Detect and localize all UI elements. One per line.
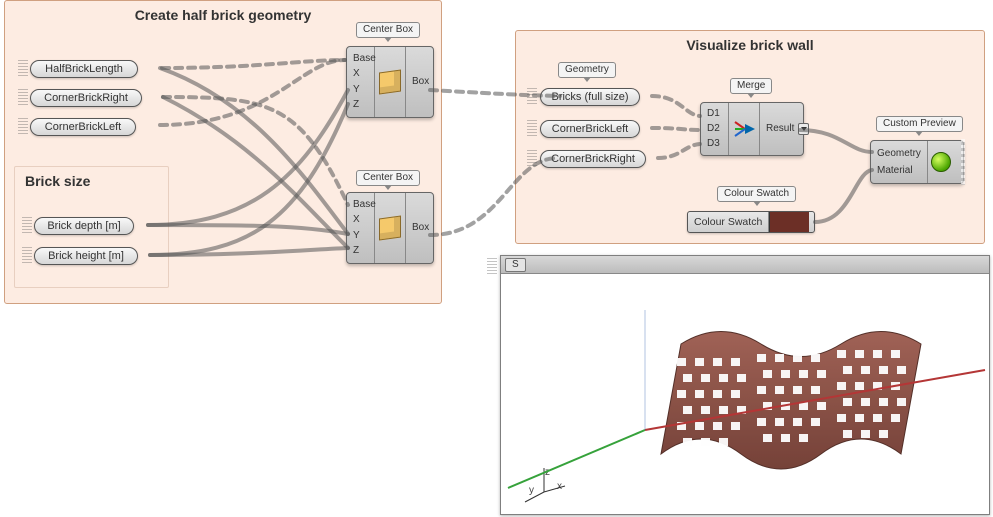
port-y[interactable]: Y (349, 229, 372, 243)
grip-icon (18, 118, 28, 136)
port-z[interactable]: Z (349, 98, 372, 112)
node-custom-preview[interactable]: Geometry Material (870, 140, 964, 184)
label-center-box-1: Center Box (356, 22, 420, 38)
param-brick-height[interactable]: Brick height [m] (34, 247, 138, 265)
node-merge[interactable]: D1 D2 D3 Result (700, 102, 804, 156)
param-corner-brick-right[interactable]: CornerBrickRight (30, 89, 142, 107)
port-result[interactable]: Result (766, 122, 794, 136)
box-icon (379, 69, 401, 94)
port-box-out[interactable]: Box (408, 221, 437, 235)
box-icon (379, 215, 401, 240)
port-x[interactable]: X (349, 213, 372, 227)
viewport-titlebar[interactable]: S (501, 256, 989, 274)
param-brick-depth[interactable]: Brick depth [m] (34, 217, 134, 235)
grip-icon (487, 258, 497, 276)
param-bricks-full-size[interactable]: Bricks (full size) (540, 88, 640, 106)
param-half-brick-length[interactable]: HalfBrickLength (30, 60, 138, 78)
viewport-window[interactable]: S (500, 255, 990, 515)
label-colour-swatch: Colour Swatch (717, 186, 796, 202)
param-corner-brick-left-2[interactable]: CornerBrickLeft (540, 120, 640, 138)
viewport-tab[interactable]: S (505, 258, 526, 272)
port-d3[interactable]: D3 (703, 137, 726, 151)
port-geometry[interactable]: Geometry (877, 148, 921, 159)
port-d2[interactable]: D2 (703, 122, 726, 136)
port-x[interactable]: X (349, 67, 372, 81)
port-y[interactable]: Y (349, 83, 372, 97)
grip-icon (527, 120, 537, 138)
grip-icon (18, 60, 28, 78)
brick-wall-render (501, 274, 991, 516)
grip-icon (527, 88, 537, 106)
node-colour-swatch[interactable]: Colour Swatch (687, 211, 815, 233)
param-corner-brick-right-2[interactable]: CornerBrickRight (540, 150, 646, 168)
merge-icon (733, 118, 755, 140)
label-merge: Merge (730, 78, 772, 94)
axes-gizmo-icon (519, 462, 569, 506)
label-custom-preview: Custom Preview (876, 116, 963, 132)
subgroup-title: Brick size (25, 173, 90, 189)
ripped-edge (961, 139, 965, 185)
label-geometry: Geometry (558, 62, 616, 78)
port-z[interactable]: Z (349, 244, 372, 258)
param-corner-brick-left[interactable]: CornerBrickLeft (30, 118, 136, 136)
preview-lamp-icon (931, 152, 951, 172)
chevron-down-icon[interactable] (798, 123, 809, 135)
swatch-chip[interactable] (769, 212, 809, 232)
swatch-label-text: Colour Swatch (688, 212, 769, 232)
grip-icon (18, 89, 28, 107)
label-center-box-2: Center Box (356, 170, 420, 186)
node-center-box-2[interactable]: Base X Y Z Box (346, 192, 434, 264)
grip-icon (22, 217, 32, 235)
port-material[interactable]: Material (877, 165, 921, 176)
port-d1[interactable]: D1 (703, 107, 726, 121)
node-center-box-1[interactable]: Base X Y Z Box (346, 46, 434, 118)
group-title: Create half brick geometry (5, 7, 441, 23)
port-base[interactable]: Base (349, 52, 372, 66)
grip-icon (527, 150, 537, 168)
port-box-out[interactable]: Box (408, 75, 437, 89)
port-base[interactable]: Base (349, 198, 372, 212)
group-title: Visualize brick wall (516, 37, 984, 53)
grip-icon (22, 247, 32, 265)
